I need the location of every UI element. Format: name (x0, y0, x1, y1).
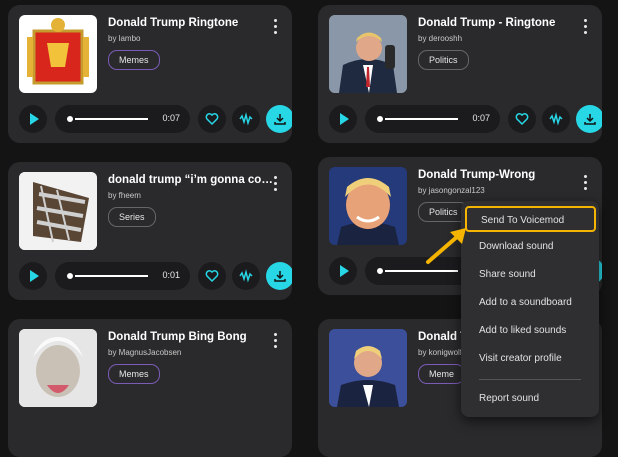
arrow-icon (426, 228, 466, 264)
progress-handle[interactable] (67, 273, 73, 279)
menu-item-add-to-liked[interactable]: Add to liked sounds (461, 318, 599, 344)
waveform-icon (549, 112, 563, 126)
player-controls: 0:01 (19, 262, 292, 290)
like-button[interactable] (198, 262, 226, 290)
sound-thumbnail[interactable] (19, 329, 97, 407)
sound-author[interactable]: by fheem (108, 191, 141, 200)
sound-author[interactable]: by konigwolf (418, 348, 462, 357)
sound-card: donald trump “i’m gonna co… by fheem Ser… (8, 162, 292, 300)
heart-icon (515, 113, 529, 126)
duration-label: 0:07 (472, 113, 490, 123)
play-button[interactable] (329, 257, 357, 285)
category-tag[interactable]: Memes (108, 50, 160, 70)
like-button[interactable] (508, 105, 536, 133)
like-button[interactable] (198, 105, 226, 133)
progress-bar[interactable]: 0:01 (55, 262, 190, 290)
sound-author[interactable]: by derooshh (418, 34, 462, 43)
download-button[interactable] (576, 105, 602, 133)
progress-track (75, 118, 148, 120)
category-tag[interactable]: Memes (108, 364, 160, 384)
progress-handle[interactable] (67, 116, 73, 122)
sound-thumbnail[interactable] (329, 329, 407, 407)
waveform-icon (239, 112, 253, 126)
progress-bar[interactable]: 0:07 (55, 105, 190, 133)
sound-thumbnail[interactable] (329, 167, 407, 245)
waveform-icon (239, 269, 253, 283)
sound-card: Donald Trump Ringtone by lambo Memes 0:0… (8, 5, 292, 143)
duration-label: 0:01 (162, 270, 180, 280)
category-tag[interactable]: Series (108, 207, 156, 227)
menu-item-report-sound[interactable]: Report sound (461, 386, 599, 412)
sound-title[interactable]: donald trump “i’m gonna co… (108, 174, 273, 186)
play-button[interactable] (19, 262, 47, 290)
duration-label: 0:07 (162, 113, 180, 123)
more-options-icon[interactable] (582, 19, 588, 35)
play-button[interactable] (19, 105, 47, 133)
progress-track (75, 275, 148, 277)
download-button[interactable] (266, 262, 292, 290)
sound-title[interactable]: Donald Trump - Ringtone (418, 17, 555, 29)
voicemod-button[interactable] (542, 105, 570, 133)
sound-thumbnail[interactable] (19, 15, 97, 93)
progress-handle[interactable] (377, 268, 383, 274)
category-tag[interactable]: Politics (418, 50, 469, 70)
menu-item-add-to-soundboard[interactable]: Add to a soundboard (461, 290, 599, 316)
voicemod-button[interactable] (232, 105, 260, 133)
sound-title[interactable]: Donald Trump Ringtone (108, 17, 238, 29)
sound-thumbnail[interactable] (329, 15, 407, 93)
progress-track (385, 270, 458, 272)
download-icon (274, 271, 286, 282)
more-options-icon[interactable] (272, 19, 278, 35)
progress-track (385, 118, 458, 120)
heart-icon (205, 270, 219, 283)
sound-card: Donald Trump Bing Bong by MagnusJacobsen… (8, 319, 292, 457)
download-button[interactable] (266, 105, 292, 133)
sound-card: Donald Trump - Ringtone by derooshh Poli… (318, 5, 602, 143)
player-controls: 0:07 (19, 105, 292, 133)
progress-bar[interactable]: 0:07 (365, 105, 500, 133)
download-icon (274, 114, 286, 125)
sound-title[interactable]: Donald Trump Bing Bong (108, 331, 247, 343)
more-options-icon[interactable] (272, 333, 278, 349)
sound-author[interactable]: by lambo (108, 34, 140, 43)
more-options-icon[interactable] (272, 176, 278, 192)
sound-title[interactable]: Donald T (418, 331, 467, 343)
category-tag[interactable]: Meme (418, 364, 466, 384)
player-controls: 0:07 (329, 105, 602, 133)
download-icon (584, 114, 596, 125)
progress-handle[interactable] (377, 116, 383, 122)
menu-item-send-to-voicemod[interactable]: Send To Voicemod (465, 206, 596, 232)
sound-options-menu: Send To Voicemod Download sound Share so… (461, 201, 599, 417)
sound-author[interactable]: by MagnusJacobsen (108, 348, 181, 357)
menu-item-download-sound[interactable]: Download sound (461, 234, 599, 260)
menu-separator (479, 379, 581, 380)
heart-icon (205, 113, 219, 126)
sound-thumbnail[interactable] (19, 172, 97, 250)
voicemod-button[interactable] (232, 262, 260, 290)
sound-author[interactable]: by jasongonzal123 (418, 186, 485, 195)
more-options-icon[interactable] (582, 175, 588, 191)
play-button[interactable] (329, 105, 357, 133)
menu-item-share-sound[interactable]: Share sound (461, 262, 599, 288)
sound-title[interactable]: Donald Trump-Wrong (418, 169, 535, 181)
menu-item-visit-creator[interactable]: Visit creator profile (461, 346, 599, 372)
